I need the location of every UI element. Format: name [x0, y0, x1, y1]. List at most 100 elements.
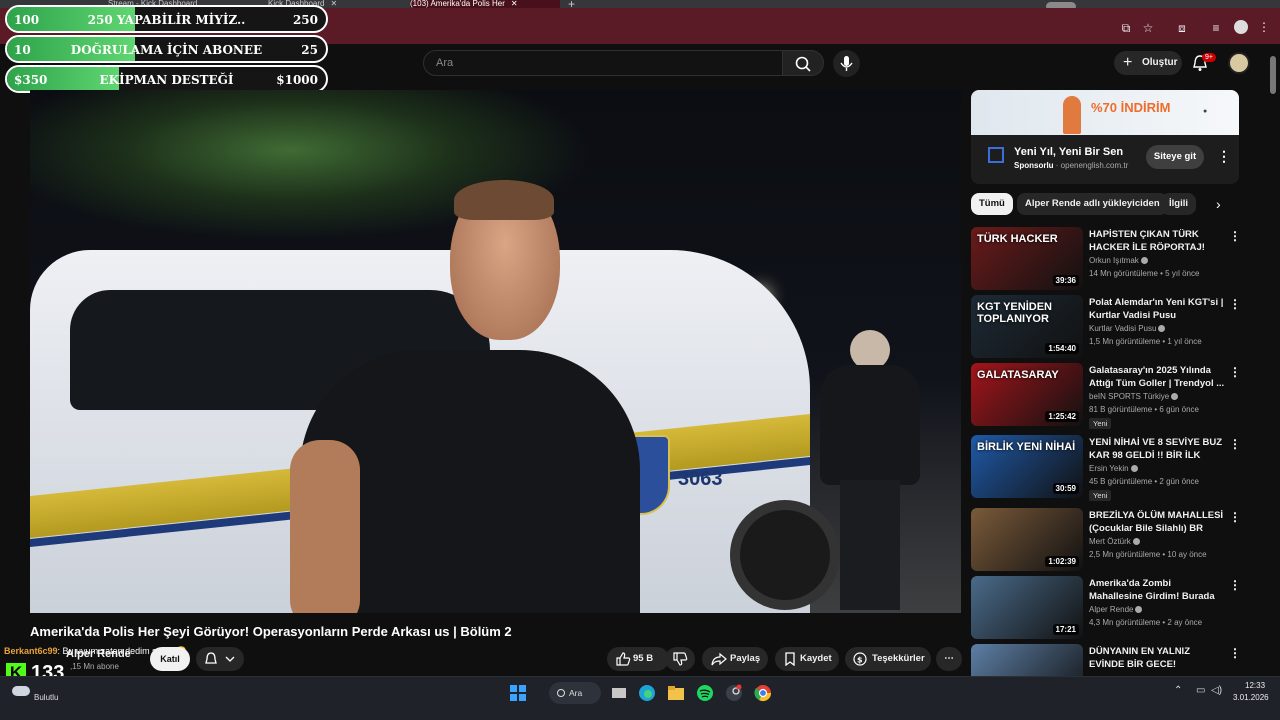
- recommendation-title[interactable]: DÜNYANIN EN YALNIZ EVİNDE BİR GECE!: [1089, 645, 1225, 671]
- subscription-bell-button[interactable]: [196, 647, 244, 671]
- steam-icon[interactable]: [724, 683, 744, 703]
- save-button[interactable]: Kaydet: [775, 647, 839, 671]
- cloud-icon[interactable]: [12, 686, 30, 696]
- more-options-icon[interactable]: ⋮: [1229, 646, 1241, 660]
- recommendation-item[interactable]: TÜRK HACKER 39:36 HAPİSTEN ÇIKAN TÜRK HACK…: [971, 227, 1241, 291]
- video-player[interactable]: 3063: [30, 90, 961, 613]
- goal-target: $1000: [276, 73, 318, 87]
- volume-icon[interactable]: ◁): [1211, 685, 1222, 696]
- recommendation-title[interactable]: YENİ NİHAİ VE 8 SEVİYE BUZ KAR 98 GELDİ …: [1089, 436, 1225, 462]
- page-scrollbar[interactable]: [1270, 56, 1276, 94]
- video-duration: 1:54:40: [1045, 343, 1079, 354]
- more-options-icon[interactable]: ⋮: [1229, 297, 1241, 311]
- network-icon[interactable]: ▭: [1196, 685, 1205, 696]
- task-view-icon[interactable]: [609, 683, 629, 703]
- recommendation-title[interactable]: HAPİSTEN ÇIKAN TÜRK HACKER İLE RÖPORTAJ!: [1089, 228, 1225, 254]
- recommendation-channel[interactable]: Orkun Işıtmak: [1089, 256, 1148, 265]
- create-label: Oluştur: [1142, 57, 1178, 68]
- recommendation-title[interactable]: Galatasaray'ın 2025 Yılında Attığı Tüm G…: [1089, 364, 1225, 390]
- share-icon: [711, 652, 727, 666]
- ad-banner-text: %70 İNDİRİM: [1091, 100, 1171, 115]
- channel-label: Mert Öztürk: [1089, 537, 1131, 546]
- media-icon[interactable]: ≡: [1208, 20, 1224, 36]
- save-label: Kaydet: [800, 653, 832, 664]
- clock-time[interactable]: 12:33: [1245, 681, 1265, 690]
- notification-badge: 9+: [1202, 53, 1216, 62]
- recommendation-channel[interactable]: Kurtlar Vadisi Pusu: [1089, 324, 1166, 333]
- more-options-icon[interactable]: ⋮: [1229, 437, 1241, 451]
- menu-icon[interactable]: ⋮: [1258, 20, 1270, 34]
- chip-all[interactable]: Tümü: [971, 193, 1013, 215]
- thumbnail-text: BİRLİK YENİ NİHAİ: [977, 441, 1076, 453]
- more-options-icon[interactable]: ⋮: [1229, 365, 1241, 379]
- voice-search-button[interactable]: [833, 50, 860, 77]
- taskbar-search-button[interactable]: Ara: [549, 682, 601, 704]
- thumbnail-text: GALATASARAY: [977, 369, 1059, 381]
- extensions-icon[interactable]: ⧈: [1174, 20, 1190, 36]
- subscriber-count: ,15 Mn abone: [70, 662, 119, 671]
- spotify-icon[interactable]: [695, 683, 715, 703]
- verified-check-icon: [1171, 393, 1179, 401]
- video-thumbnail[interactable]: 17:21: [971, 576, 1083, 639]
- recommendation-item[interactable]: GALATASARAY 1:25:42 Galatasaray'ın 2025 Yı…: [971, 363, 1241, 429]
- search-button[interactable]: [782, 50, 824, 76]
- join-button[interactable]: Katıl: [150, 647, 190, 671]
- recommendation-title[interactable]: Amerika'da Zombi Mahallesine Girdim! Bur…: [1089, 577, 1225, 603]
- thumbnail-text: TÜRK HACKER: [977, 233, 1058, 245]
- recommendation-title[interactable]: BREZİLYA ÖLÜM MAHALLESİ (Çocuklar Bile S…: [1089, 509, 1225, 535]
- verified-check-icon: [1130, 465, 1138, 473]
- recommendation-item[interactable]: 17:21 Amerika'da Zombi Mahallesine Girdim…: [971, 576, 1241, 640]
- recommendation-item[interactable]: 1:02:39 BREZİLYA ÖLÜM MAHALLESİ (Çocuklar…: [971, 508, 1241, 572]
- thumbs-down-icon: [673, 652, 688, 666]
- ad-subline: Sponsorlu · openenglish.com.tr: [1014, 161, 1129, 170]
- close-icon[interactable]: ✕: [511, 0, 518, 8]
- dislike-button[interactable]: [665, 647, 695, 671]
- recommendation-channel[interactable]: beIN SPORTS Türkiye: [1089, 392, 1179, 401]
- verified-check-icon: [1135, 606, 1143, 614]
- tab-title: (103) Amerika'da Polis Her: [410, 0, 505, 8]
- recommendation-channel[interactable]: Ersin Yekin: [1089, 464, 1138, 473]
- chevron-right-icon[interactable]: ›: [1216, 196, 1221, 212]
- create-button[interactable]: + Oluştur: [1114, 51, 1182, 75]
- more-options-icon[interactable]: ⋮: [1229, 578, 1241, 592]
- chrome-icon[interactable]: [753, 683, 773, 703]
- video-thumbnail[interactable]: BİRLİK YENİ NİHAİ 30:59: [971, 435, 1083, 498]
- chip-related[interactable]: İlgili: [1161, 193, 1196, 215]
- more-actions-button[interactable]: ⋯: [936, 647, 962, 671]
- file-explorer-icon[interactable]: [666, 683, 686, 703]
- video-thumbnail[interactable]: 1:02:39: [971, 508, 1083, 571]
- thanks-button[interactable]: $ Teşekkürler: [845, 647, 931, 671]
- edge-browser-icon[interactable]: [637, 683, 657, 703]
- recommendation-item[interactable]: KGT YENİDEN TOPLANIYOR 1:54:40 Polat Alemd…: [971, 295, 1241, 359]
- chip-from-uploader[interactable]: Alper Rende adlı yükleyiciden: [1017, 193, 1168, 215]
- more-options-icon[interactable]: ⋮: [1229, 229, 1241, 243]
- recommendation-channel[interactable]: Mert Öztürk: [1089, 537, 1140, 546]
- sponsored-ad-card[interactable]: %70 İNDİRİM ● Yeni Yıl, Yeni Bir Sen Spo…: [971, 90, 1239, 184]
- windows-start-icon[interactable]: [508, 683, 528, 703]
- search-input[interactable]: Ara: [423, 50, 783, 76]
- recommendation-item[interactable]: BİRLİK YENİ NİHAİ 30:59 YENİ NİHAİ VE 8 SE…: [971, 435, 1241, 501]
- recommendation-channel[interactable]: Alper Rende: [1089, 605, 1143, 614]
- star-icon[interactable]: ☆: [1140, 20, 1156, 36]
- ad-title: Yeni Yıl, Yeni Bir Sen: [1014, 146, 1124, 158]
- video-thumbnail[interactable]: GALATASARAY 1:25:42: [971, 363, 1083, 426]
- like-button[interactable]: 95 B: [607, 647, 669, 671]
- new-badge: Yeni: [1089, 490, 1112, 501]
- visit-site-button[interactable]: Siteye git: [1146, 145, 1204, 169]
- profile-avatar[interactable]: [1234, 20, 1248, 34]
- goal-label: DOĞRULAMA İÇİN ABONEE: [70, 43, 263, 57]
- video-thumbnail[interactable]: KGT YENİDEN TOPLANIYOR 1:54:40: [971, 295, 1083, 358]
- account-avatar[interactable]: [1228, 52, 1250, 74]
- more-options-icon[interactable]: ⋮: [1229, 510, 1241, 524]
- close-icon[interactable]: ✕: [330, 0, 337, 8]
- browser-tab-active[interactable]: (103) Amerika'da Polis Her ✕: [410, 0, 560, 8]
- chevron-up-icon[interactable]: ⌃: [1174, 685, 1182, 696]
- video-duration: 39:36: [1052, 275, 1079, 286]
- weather-label[interactable]: Bulutlu: [34, 693, 58, 702]
- ad-more-icon[interactable]: ⋮: [1217, 148, 1231, 165]
- recommendation-title[interactable]: Polat Alemdar'ın Yeni KGT'si | Kurtlar V…: [1089, 296, 1225, 322]
- video-thumbnail[interactable]: TÜRK HACKER 39:36: [971, 227, 1083, 290]
- clock-date[interactable]: 3.01.2026: [1233, 693, 1269, 702]
- share-button[interactable]: Paylaş: [702, 647, 768, 671]
- cast-icon[interactable]: ⧉: [1118, 20, 1134, 36]
